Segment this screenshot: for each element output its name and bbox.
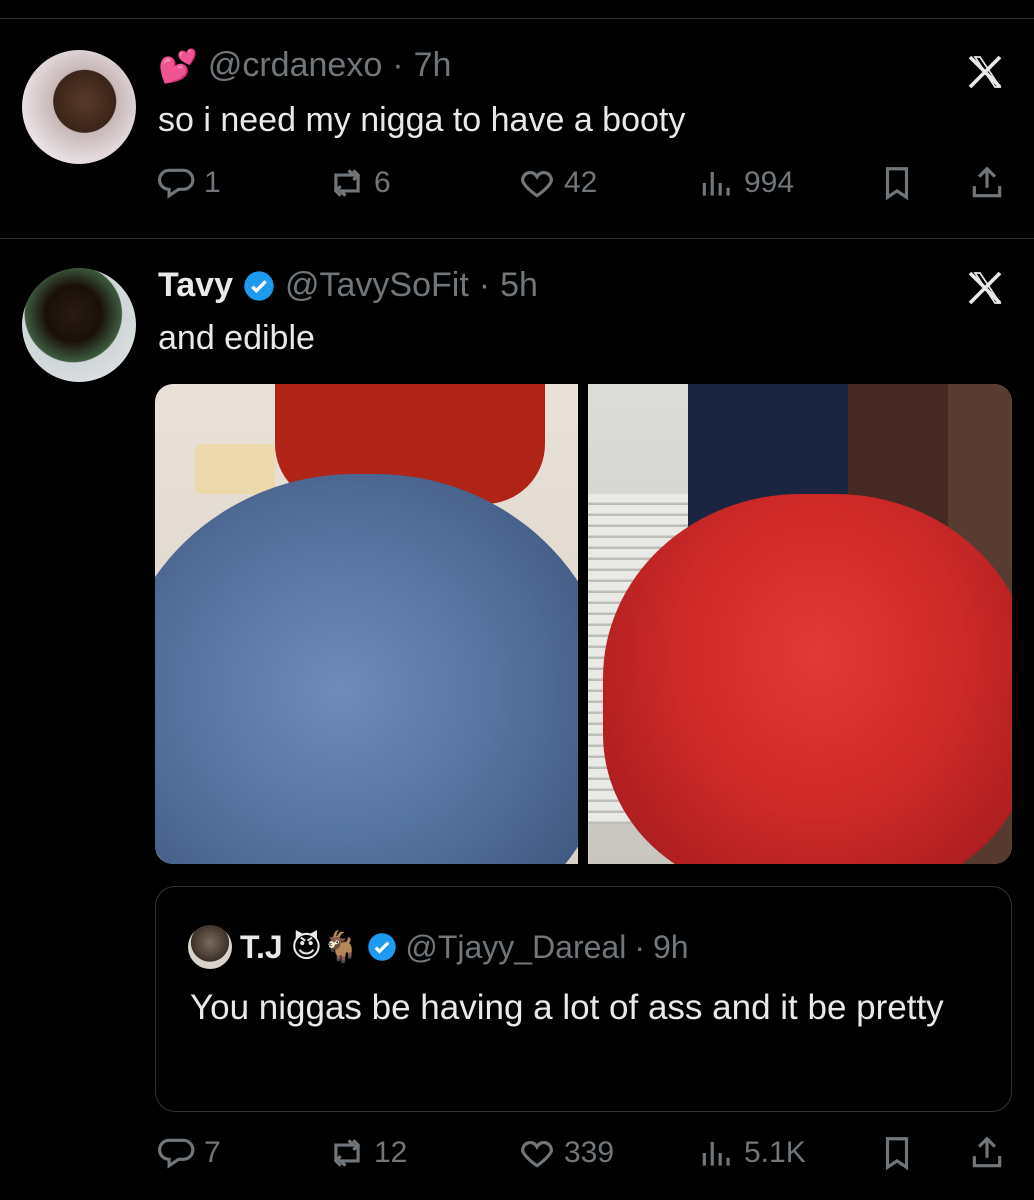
media-grid[interactable]: [155, 384, 1012, 864]
quote-text: You niggas be having a lot of ass and it…: [190, 988, 944, 1027]
avatar[interactable]: [22, 268, 136, 382]
quote-name-emojis: 😈🐐: [290, 930, 360, 964]
share-icon: [968, 1134, 1006, 1172]
reply-icon: [158, 1134, 196, 1172]
tweet-text: and edible: [158, 319, 315, 357]
photo-1[interactable]: [155, 384, 578, 864]
user-handle[interactable]: @TavySoFit: [285, 266, 469, 305]
action-bar: 7 12 339 5.1K: [158, 1134, 1008, 1174]
quote-handle[interactable]: @Tjayy_Dareal: [405, 929, 626, 966]
verified-badge-icon: [367, 932, 397, 962]
tweet-header: Tavy @TavySoFit · 5h: [158, 266, 538, 305]
repost-icon: [328, 1134, 366, 1172]
display-name[interactable]: Tavy: [158, 266, 233, 305]
share-button[interactable]: [968, 1134, 1006, 1172]
quote-header: T.J 😈🐐 @Tjayy_Dareal · 9h: [188, 925, 689, 969]
like-button[interactable]: 339: [518, 1134, 614, 1172]
views-icon: [698, 1134, 736, 1172]
quote-timestamp[interactable]: 9h: [653, 929, 689, 966]
quoted-tweet[interactable]: T.J 😈🐐 @Tjayy_Dareal · 9h You niggas be …: [155, 886, 1012, 1112]
x-logo-icon[interactable]: [965, 268, 1005, 308]
view-count: 5.1K: [744, 1136, 806, 1169]
quote-avatar[interactable]: [188, 925, 232, 969]
bookmark-icon: [878, 1134, 916, 1172]
tweet-tavysofit[interactable]: Tavy @TavySoFit · 5h and edible T.J 😈🐐 @…: [0, 0, 1034, 1200]
bookmark-button[interactable]: [878, 1134, 916, 1172]
verified-badge-icon: [243, 270, 275, 302]
dot-separator: ·: [634, 928, 645, 965]
dot-separator: ·: [478, 266, 491, 304]
repost-count: 12: [374, 1136, 408, 1169]
photo-2[interactable]: [588, 384, 1012, 864]
views-button[interactable]: 5.1K: [698, 1134, 806, 1172]
reply-count: 7: [204, 1136, 221, 1169]
like-icon: [518, 1134, 556, 1172]
reply-button[interactable]: 7: [158, 1134, 221, 1172]
timestamp[interactable]: 5h: [500, 266, 538, 305]
quote-display-name[interactable]: T.J: [240, 929, 283, 966]
like-count: 339: [564, 1136, 615, 1169]
repost-button[interactable]: 12: [328, 1134, 407, 1172]
